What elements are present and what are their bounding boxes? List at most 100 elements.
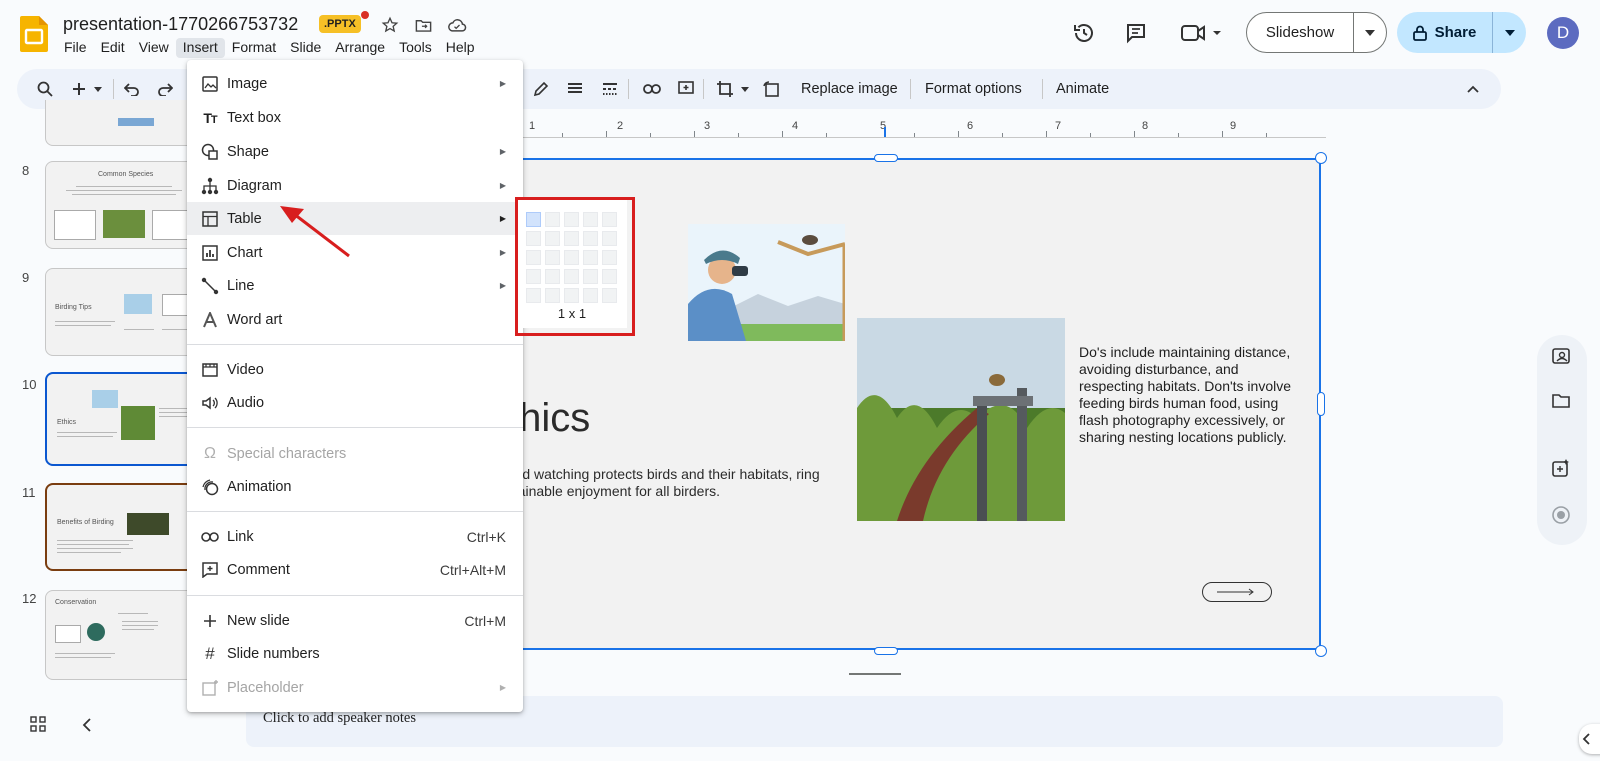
audio-icon: [200, 393, 220, 413]
hash-icon: #: [205, 643, 215, 663]
notes-resize-bar[interactable]: [849, 673, 901, 675]
menu-item-placeholder[interactable]: Placeholder ▶: [187, 671, 523, 704]
menu-item-label: Audio: [227, 394, 265, 411]
line-icon: [200, 276, 220, 296]
replace-image-button[interactable]: Replace image: [801, 81, 898, 97]
slide-number: 11: [22, 485, 36, 500]
keep-icon[interactable]: [1551, 346, 1571, 371]
slide-thumbnail-7[interactable]: [45, 100, 201, 146]
border-dash-icon[interactable]: [598, 77, 622, 101]
ruler-label: 9: [1230, 120, 1237, 132]
reset-image-icon[interactable]: [759, 77, 783, 101]
menu-item-animation[interactable]: Animation: [187, 470, 523, 503]
expand-side-panel-icon[interactable]: [1579, 724, 1600, 754]
avatar[interactable]: D: [1547, 17, 1579, 49]
resize-handle[interactable]: [874, 154, 898, 162]
ruler-label: 4: [792, 120, 799, 132]
grid-view-icon[interactable]: [30, 716, 48, 734]
plus-icon: [200, 611, 220, 631]
slide-thumbnail-8[interactable]: Common Species: [45, 161, 201, 249]
redo-icon[interactable]: [153, 77, 177, 101]
undo-icon[interactable]: [120, 77, 144, 101]
share-dropdown-icon[interactable]: [1493, 29, 1526, 36]
menu-item-slide-numbers[interactable]: # Slide numbers: [187, 637, 523, 670]
document-title[interactable]: presentation-1770266753732: [63, 14, 298, 35]
format-options-button[interactable]: Format options: [925, 81, 1022, 97]
toolbar-divider: [703, 79, 704, 99]
menu-item-link[interactable]: Link Ctrl+K: [187, 520, 523, 553]
insert-link-icon[interactable]: [640, 77, 664, 101]
slide-thumbnail-12[interactable]: Conservation: [45, 590, 201, 680]
menu-item-special-characters[interactable]: Ω Special characters: [187, 437, 523, 470]
menu-view[interactable]: View: [132, 38, 176, 58]
resize-handle[interactable]: [1317, 392, 1325, 416]
menu-slide[interactable]: Slide: [283, 38, 328, 58]
thumbnail-title: Common Species: [98, 171, 154, 178]
thumbnail-title: Ethics: [57, 419, 77, 426]
menu-item-new-slide[interactable]: New slide Ctrl+M: [187, 604, 523, 637]
submenu-arrow-icon: ▶: [499, 248, 506, 257]
menu-item-text-box[interactable]: TT Text box: [187, 101, 523, 134]
slideshow-dropdown-icon[interactable]: [1354, 29, 1386, 36]
collapse-toolbar-icon[interactable]: [1461, 77, 1485, 101]
menu-edit[interactable]: Edit: [94, 38, 132, 58]
comments-icon[interactable]: [1121, 18, 1151, 48]
version-history-icon[interactable]: [1069, 18, 1099, 48]
menu-item-word-art[interactable]: Word art: [187, 303, 523, 336]
menu-item-audio[interactable]: Audio: [187, 386, 523, 419]
menu-item-line[interactable]: Line ▶: [187, 269, 523, 302]
menu-format[interactable]: Format: [225, 38, 283, 58]
crop-dropdown-icon[interactable]: [738, 77, 752, 101]
collapse-filmstrip-icon[interactable]: [82, 718, 96, 732]
menu-insert[interactable]: Insert: [175, 38, 225, 58]
slideshow-label[interactable]: Slideshow: [1247, 13, 1354, 52]
share-label: Share: [1434, 24, 1477, 41]
folder-icon[interactable]: [1551, 392, 1571, 415]
diagram-icon: [200, 176, 220, 196]
menu-arrange[interactable]: Arrange: [328, 38, 392, 58]
ruler-label: 8: [1142, 120, 1149, 132]
star-icon[interactable]: [379, 14, 401, 36]
menu-item-image[interactable]: Image ▶: [187, 67, 523, 100]
resize-handle[interactable]: [1315, 152, 1327, 164]
slide-thumbnail-10[interactable]: Ethics: [45, 372, 201, 466]
menu-item-video[interactable]: Video: [187, 353, 523, 386]
slide-thumbnail-11[interactable]: Benefits of Birding: [45, 483, 201, 571]
menu-help[interactable]: Help: [439, 38, 482, 58]
resize-handle[interactable]: [1315, 645, 1327, 657]
resize-handle[interactable]: [874, 647, 898, 655]
toolbar-divider: [1042, 79, 1043, 99]
menu-item-shape[interactable]: Shape ▶: [187, 135, 523, 168]
menu-file[interactable]: File: [57, 38, 94, 58]
thumbnail-title: Benefits of Birding: [57, 519, 114, 526]
slide-number: 10: [22, 377, 37, 392]
ruler-label: 3: [704, 120, 711, 132]
pen-icon[interactable]: [529, 77, 553, 101]
new-slide-plus-icon[interactable]: [67, 77, 91, 101]
add-comment-icon[interactable]: [674, 77, 698, 101]
slides-logo[interactable]: [20, 16, 48, 52]
slide-thumbnail-9[interactable]: Birding Tips: [45, 268, 201, 356]
menu-item-label: Animation: [227, 478, 292, 495]
cloud-saved-icon[interactable]: [446, 14, 468, 36]
annotation-highlight-box: [515, 197, 635, 336]
animate-button[interactable]: Animate: [1056, 81, 1109, 97]
speaker-notes-placeholder[interactable]: Click to add speaker notes: [263, 710, 416, 727]
annotation-arrow: [280, 206, 350, 258]
crop-icon[interactable]: [713, 77, 737, 101]
share-button[interactable]: Share: [1397, 12, 1526, 53]
search-menus-icon[interactable]: [33, 77, 57, 101]
share-main[interactable]: Share: [1397, 12, 1493, 53]
new-slide-dropdown-icon[interactable]: [91, 77, 105, 101]
menu-item-comment[interactable]: Comment Ctrl+Alt+M: [187, 553, 523, 586]
menu-item-label: Placeholder: [227, 679, 304, 696]
border-weight-icon[interactable]: [563, 77, 587, 101]
text-box-icon: TT: [203, 109, 217, 126]
menu-tools[interactable]: Tools: [392, 38, 439, 58]
menu-item-label: New slide: [227, 612, 290, 629]
move-folder-icon[interactable]: [412, 14, 434, 36]
explore-add-icon[interactable]: [1551, 458, 1571, 483]
record-icon[interactable]: [1551, 505, 1571, 530]
meet-video-icon[interactable]: [1177, 18, 1227, 48]
slideshow-button[interactable]: Slideshow: [1246, 12, 1387, 53]
